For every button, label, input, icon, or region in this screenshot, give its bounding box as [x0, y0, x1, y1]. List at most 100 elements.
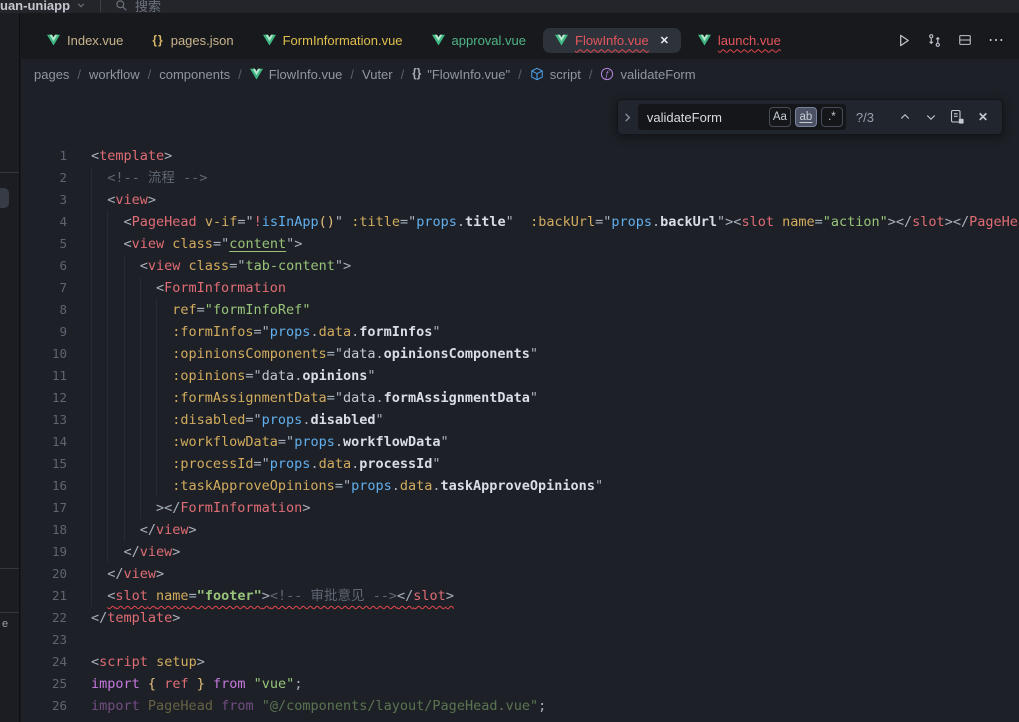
run-button[interactable]: [896, 33, 911, 48]
breadcrumb-item[interactable]: components: [159, 67, 230, 82]
title-bar: uan-uniapp 搜索: [0, 0, 1019, 13]
indent-guide: [140, 365, 156, 387]
indent-guide: [91, 519, 107, 541]
line-content: <slot name="footer"><!-- 审批意见 --></slot>: [91, 585, 454, 607]
indent-guide: [156, 299, 172, 321]
line-number: 9: [21, 321, 67, 343]
breadcrumb-separator: /: [238, 67, 242, 82]
code-line: 22</template>: [21, 607, 1019, 629]
vue-logo-icon: [555, 34, 568, 46]
breadcrumb-item[interactable]: pages: [34, 67, 69, 82]
code-line: 13:disabled="props.disabled": [21, 409, 1019, 431]
editor-tab[interactable]: Index.vue: [35, 28, 135, 53]
indent-guide: [124, 475, 140, 497]
line-content: <script setup>: [91, 651, 205, 673]
find-input-wrap: Aaab.*: [638, 104, 846, 130]
chevron-down-icon[interactable]: [76, 0, 86, 10]
previous-match-icon[interactable]: [894, 106, 916, 128]
indent-guide: [124, 321, 140, 343]
close-tab-icon[interactable]: ✕: [660, 34, 669, 47]
sidebar-handle[interactable]: [0, 188, 9, 208]
indent-guide: [124, 519, 140, 541]
editor-pane: pages/workflow/components/FlowInfo.vue/V…: [21, 59, 1019, 722]
indent-guide: [107, 541, 123, 563]
breadcrumb-label: pages: [34, 67, 69, 82]
whole-word-toggle[interactable]: ab: [795, 107, 817, 127]
next-match-icon[interactable]: [920, 106, 942, 128]
indent-guide: [91, 409, 107, 431]
indent-guide: [140, 431, 156, 453]
more-actions-button[interactable]: ⋯: [988, 30, 1005, 50]
indent-guide: [156, 343, 172, 365]
vue-logo-icon: [263, 34, 276, 46]
find-match-count: ?/3: [856, 110, 874, 125]
breadcrumb-label: script: [550, 67, 581, 82]
find-input[interactable]: [647, 110, 765, 125]
project-name[interactable]: uan-uniapp: [0, 0, 70, 13]
line-content: <!-- 流程 -->: [91, 167, 207, 189]
sidebar-divider: [0, 172, 19, 173]
indent-guide: [91, 211, 107, 233]
indent-guide: [91, 387, 107, 409]
regex-toggle[interactable]: .*: [821, 107, 843, 127]
line-content: :formAssignmentData="data.formAssignment…: [91, 387, 538, 409]
code-line: 18</view>: [21, 519, 1019, 541]
breadcrumb-item[interactable]: script: [530, 67, 581, 82]
breadcrumb-item[interactable]: workflow: [89, 67, 140, 82]
breadcrumb-item[interactable]: Vuter: [362, 67, 393, 82]
editor-tab[interactable]: launch.vue: [686, 28, 793, 53]
line-number: 15: [21, 453, 67, 475]
global-search[interactable]: 搜索: [115, 0, 161, 13]
line-number: 1: [21, 145, 67, 167]
line-number: 25: [21, 673, 67, 695]
indent-guide: [156, 475, 172, 497]
line-number: 16: [21, 475, 67, 497]
indent-guide: [107, 431, 123, 453]
code-editor[interactable]: 1<template>2<!-- 流程 -->3<view>4<PageHead…: [21, 89, 1019, 722]
breadcrumb-item[interactable]: fvalidateForm: [600, 67, 695, 82]
indent-guide: [107, 343, 123, 365]
indent-guide: [91, 475, 107, 497]
breadcrumb-item[interactable]: {}"FlowInfo.vue": [412, 67, 510, 82]
line-number: 5: [21, 233, 67, 255]
line-content: </view>: [91, 541, 180, 563]
code-line: 4<PageHead v-if="!isInApp()" :title="pro…: [21, 211, 1019, 233]
tab-label: launch.vue: [718, 33, 781, 48]
editor-tab[interactable]: {}pages.json: [140, 28, 245, 53]
breadcrumb-item[interactable]: FlowInfo.vue: [250, 67, 343, 82]
line-content: <view class="content">: [91, 233, 302, 255]
editor-tab[interactable]: FlowInfo.vue✕: [543, 28, 681, 53]
code-line: 17></FormInformation>: [21, 497, 1019, 519]
breadcrumb-separator: /: [518, 67, 522, 82]
code-line: 21<slot name="footer"><!-- 审批意见 --></slo…: [21, 585, 1019, 607]
collapsed-sidebar-strip[interactable]: e: [0, 13, 20, 722]
line-content: <FormInformation: [91, 277, 286, 299]
indent-guide: [107, 233, 123, 255]
editor-tab[interactable]: FormInformation.vue: [251, 28, 415, 53]
indent-guide: [91, 233, 107, 255]
indent-guide: [140, 343, 156, 365]
split-editor-button[interactable]: [958, 33, 972, 47]
indent-guide: [91, 321, 107, 343]
code-line: 24<script setup>: [21, 651, 1019, 673]
code-line: 14:workflowData="props.workflowData": [21, 431, 1019, 453]
search-label: 搜索: [135, 0, 161, 13]
indent-guide: [140, 299, 156, 321]
line-number: 3: [21, 189, 67, 211]
indent-guide: [140, 409, 156, 431]
compare-changes-button[interactable]: [927, 33, 942, 48]
tab-label: FormInformation.vue: [283, 33, 403, 48]
match-case-toggle[interactable]: Aa: [769, 107, 791, 127]
braces-icon: {}: [412, 68, 421, 80]
editor-tab[interactable]: approval.vue: [420, 28, 538, 53]
indent-guide: [107, 211, 123, 233]
line-number: 8: [21, 299, 67, 321]
find-in-selection-icon[interactable]: [946, 106, 968, 128]
code-line: 3<view>: [21, 189, 1019, 211]
indent-guide: [124, 409, 140, 431]
toggle-replace-icon[interactable]: [618, 99, 638, 135]
line-content: <view class="tab-content">: [91, 255, 351, 277]
line-content: :taskApproveOpinions="props.data.taskApp…: [91, 475, 603, 497]
breadcrumb-label: workflow: [89, 67, 140, 82]
close-find-icon[interactable]: ✕: [972, 106, 994, 128]
